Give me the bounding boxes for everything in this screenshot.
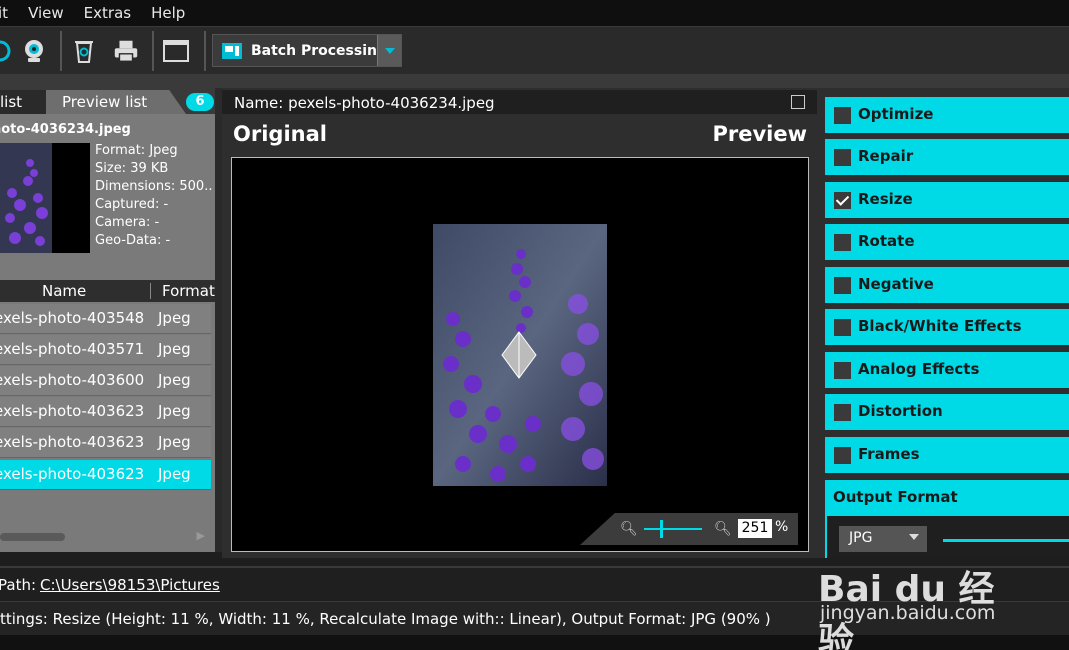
compare-labels: Original Preview <box>222 122 817 150</box>
option-analog-effects[interactable]: Analog Effects <box>825 352 1069 388</box>
option-distortion[interactable]: Distortion <box>825 394 1069 430</box>
table-row[interactable]: exels-photo-4036008 Jpeg <box>0 366 211 396</box>
black-white-checkbox[interactable] <box>834 319 851 336</box>
horizontal-scrollbar[interactable]: ▶ <box>0 528 211 546</box>
table-row[interactable]: exels-photo-4036233 Jpeg <box>0 428 211 458</box>
format-select-value: JPG <box>849 530 873 546</box>
batch-processing-button[interactable]: Batch Processing <box>212 34 402 67</box>
output-format-header[interactable]: Output Format <box>825 480 1069 516</box>
toolbar-separator <box>60 31 62 71</box>
file-thumbnail <box>0 143 90 253</box>
resize-checkbox[interactable] <box>834 192 851 209</box>
prop-geo-data: Geo-Data: - <box>95 233 171 248</box>
zoom-unit: % <box>775 519 789 535</box>
table-row[interactable]: exels-photo-4036232 Jpeg <box>0 397 211 427</box>
file-properties: Format: Jpeg Size: 39 KB Dimensions: 500… <box>95 142 213 250</box>
table-row-selected[interactable]: exels-photo-4036234 Jpeg <box>0 460 211 490</box>
chevron-down-icon <box>909 534 919 540</box>
zoom-value-input[interactable]: 251 <box>738 519 772 538</box>
compare-divider-handle[interactable] <box>500 330 538 380</box>
webcam-icon[interactable] <box>20 37 48 65</box>
expand-icon[interactable] <box>791 95 805 109</box>
prop-camera: Camera: - <box>95 215 160 230</box>
selected-file-name: hoto-4036234.jpeg <box>0 122 131 137</box>
negative-checkbox[interactable] <box>834 277 851 294</box>
output-format-body: JPG <box>825 516 1069 558</box>
toolbar-separator <box>152 31 154 71</box>
optimize-checkbox[interactable] <box>834 107 851 124</box>
zoom-slider[interactable] <box>644 528 702 530</box>
prop-captured: Captured: - <box>95 197 169 212</box>
image-name-bar: Name: pexels-photo-4036234.jpeg <box>222 90 817 114</box>
toolbar: Batch Processing <box>0 26 1069 74</box>
batch-dropdown-button[interactable] <box>377 35 401 66</box>
image-name: Name: pexels-photo-4036234.jpeg <box>234 94 495 112</box>
menu-item-edit[interactable]: it <box>0 4 8 22</box>
option-optimize[interactable]: Optimize <box>825 97 1069 133</box>
table-row[interactable]: exels-photo-4035485 Jpeg <box>0 304 211 334</box>
preview-label: Preview <box>712 122 807 146</box>
recycle-bin-icon[interactable] <box>70 37 98 65</box>
zoom-slider-thumb[interactable] <box>660 520 663 538</box>
analog-effects-checkbox[interactable] <box>834 362 851 379</box>
column-name[interactable]: Name <box>42 282 86 300</box>
processing-options-panel: Optimize Repair Resize Rotate Negative B… <box>817 88 1069 558</box>
zoom-controls: 🔍︎ 🔍︎ 251 % <box>580 513 798 545</box>
quality-slider[interactable] <box>943 539 1069 542</box>
table-row[interactable]: exels-photo-4035716 Jpeg <box>0 335 211 365</box>
path-link[interactable]: C:\Users\98153\Pictures <box>40 576 220 594</box>
option-frames[interactable]: Frames <box>825 437 1069 473</box>
rotate-checkbox[interactable] <box>834 234 851 251</box>
list-tabs: list Preview list 6 <box>0 88 215 114</box>
preview-count-badge: 6 <box>186 93 214 111</box>
option-rotate[interactable]: Rotate <box>825 224 1069 260</box>
repair-checkbox[interactable] <box>834 149 851 166</box>
panel-splitter[interactable] <box>215 88 222 552</box>
original-label: Original <box>233 122 327 146</box>
format-select[interactable]: JPG <box>839 526 927 552</box>
option-negative[interactable]: Negative <box>825 267 1069 303</box>
zoom-out-icon[interactable]: 🔍︎ <box>620 521 638 537</box>
option-repair[interactable]: Repair <box>825 139 1069 175</box>
baidu-watermark: Bai du 经验 jingyan.baidu.com <box>818 560 1018 650</box>
batch-icon <box>222 42 242 59</box>
file-info: hoto-4036234.jpeg Format: Jpeg Size: 39 … <box>0 114 215 278</box>
option-black-white-effects[interactable]: Black/White Effects <box>825 309 1069 345</box>
printer-icon[interactable] <box>112 37 140 65</box>
file-table-header: Name Format <box>0 280 215 302</box>
distortion-checkbox[interactable] <box>834 404 851 421</box>
toolbar-band <box>0 74 1069 88</box>
menu-item-help[interactable]: Help <box>151 4 185 22</box>
zoom-in-icon[interactable]: 🔍︎ <box>714 521 732 537</box>
window-icon[interactable] <box>162 37 190 65</box>
toolbar-separator <box>204 31 206 71</box>
scrollbar-thumb[interactable] <box>0 533 65 541</box>
refresh-icon[interactable] <box>0 37 14 65</box>
image-canvas[interactable]: 🔍︎ 🔍︎ 251 % <box>231 157 809 552</box>
column-format[interactable]: Format <box>162 282 215 300</box>
chevron-down-icon <box>384 47 395 54</box>
menu-item-extras[interactable]: Extras <box>84 4 131 22</box>
batch-processing-label: Batch Processing <box>251 42 387 59</box>
option-resize[interactable]: Resize <box>825 182 1069 218</box>
column-divider <box>150 283 151 299</box>
preview-panel: Name: pexels-photo-4036234.jpeg Original… <box>222 88 817 558</box>
path-label: Path: <box>0 576 37 594</box>
prop-format: Format: Jpeg <box>95 143 178 158</box>
file-list-panel: list Preview list 6 hoto-4036234.jpeg Fo… <box>0 88 215 552</box>
prop-dimensions: Dimensions: 500... <box>95 179 213 194</box>
menu-item-view[interactable]: View <box>28 4 64 22</box>
tab-preview-list[interactable]: Preview list <box>46 90 186 114</box>
watermark-url: jingyan.baidu.com <box>820 602 996 624</box>
scroll-right-icon[interactable]: ▶ <box>197 529 205 542</box>
tab-file-list[interactable]: list <box>0 90 50 114</box>
menu-bar: it View Extras Help <box>0 0 1069 26</box>
frames-checkbox[interactable] <box>834 447 851 464</box>
prop-size: Size: 39 KB <box>95 161 169 176</box>
